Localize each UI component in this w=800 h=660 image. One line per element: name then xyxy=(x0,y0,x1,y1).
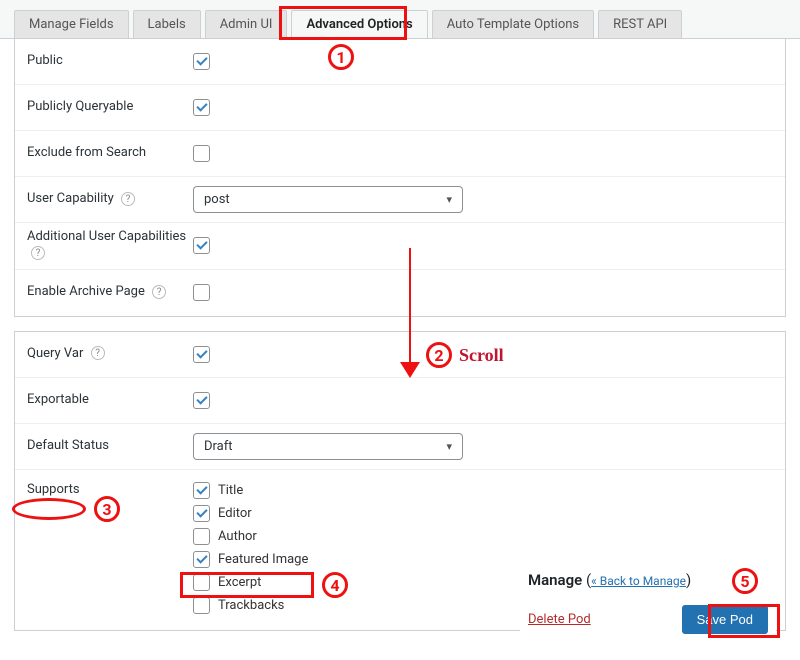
tab-labels[interactable]: Labels xyxy=(133,10,201,38)
label-default-status: Default Status xyxy=(15,438,187,455)
supports-label-excerpt: Excerpt xyxy=(218,575,261,590)
checkbox-additional-caps[interactable] xyxy=(193,237,210,254)
label-exclude-from-search: Exclude from Search xyxy=(15,145,187,162)
checkbox-supports-editor[interactable] xyxy=(193,505,210,522)
checkbox-exclude-from-search[interactable] xyxy=(193,145,210,162)
label-publicly-queryable: Publicly Queryable xyxy=(15,99,187,116)
tab-advanced-options[interactable]: Advanced Options xyxy=(291,10,427,38)
chevron-down-icon: ▾ xyxy=(446,193,452,206)
tab-auto-template[interactable]: Auto Template Options xyxy=(432,10,594,38)
tabs-bar: Manage Fields Labels Admin UI Advanced O… xyxy=(0,0,800,39)
delete-pod-link[interactable]: Delete Pod xyxy=(528,612,591,627)
checkbox-supports-featured-image[interactable] xyxy=(193,551,210,568)
checkbox-supports-title[interactable] xyxy=(193,482,210,499)
manage-heading: Manage (« Back to Manage) xyxy=(524,567,772,599)
supports-label-editor: Editor xyxy=(218,506,252,521)
checkbox-query-var[interactable] xyxy=(193,346,210,363)
checkbox-supports-author[interactable] xyxy=(193,528,210,545)
checkbox-enable-archive[interactable] xyxy=(193,284,210,301)
select-user-capability[interactable]: post ▾ xyxy=(193,186,463,213)
supports-label-title: Title xyxy=(218,483,243,498)
select-default-status[interactable]: Draft ▾ xyxy=(193,433,463,460)
supports-label-trackbacks: Trackbacks xyxy=(218,598,284,613)
label-query-var: Query Var ? xyxy=(15,346,187,363)
label-exportable: Exportable xyxy=(15,392,187,409)
save-pod-button[interactable]: Save Pod xyxy=(682,605,768,634)
manage-box: Manage (« Back to Manage) Delete Pod Sav… xyxy=(520,561,776,646)
checkbox-supports-trackbacks[interactable] xyxy=(193,597,210,614)
checkbox-exportable[interactable] xyxy=(193,392,210,409)
label-public: Public xyxy=(15,53,187,70)
label-additional-caps: Additional User Capabilities ? xyxy=(15,229,187,263)
checkbox-supports-excerpt[interactable] xyxy=(193,574,210,591)
chevron-down-icon: ▾ xyxy=(446,440,452,453)
settings-panel-top: Public Publicly Queryable Exclude from S… xyxy=(14,39,786,317)
checkbox-publicly-queryable[interactable] xyxy=(193,99,210,116)
help-icon[interactable]: ? xyxy=(152,285,166,299)
checkbox-public[interactable] xyxy=(193,53,210,70)
tab-admin-ui[interactable]: Admin UI xyxy=(205,10,288,38)
tab-rest-api[interactable]: REST API xyxy=(598,10,682,38)
supports-label-author: Author xyxy=(218,529,257,544)
label-supports: Supports xyxy=(15,476,187,499)
help-icon[interactable]: ? xyxy=(31,246,45,260)
help-icon[interactable]: ? xyxy=(121,192,135,206)
label-user-capability: User Capability ? xyxy=(15,191,187,208)
tab-manage-fields[interactable]: Manage Fields xyxy=(14,10,129,38)
help-icon[interactable]: ? xyxy=(91,346,105,360)
label-enable-archive: Enable Archive Page ? xyxy=(15,284,187,301)
back-to-manage-link[interactable]: « Back to Manage xyxy=(591,574,686,588)
supports-label-featured-image: Featured Image xyxy=(218,552,308,567)
